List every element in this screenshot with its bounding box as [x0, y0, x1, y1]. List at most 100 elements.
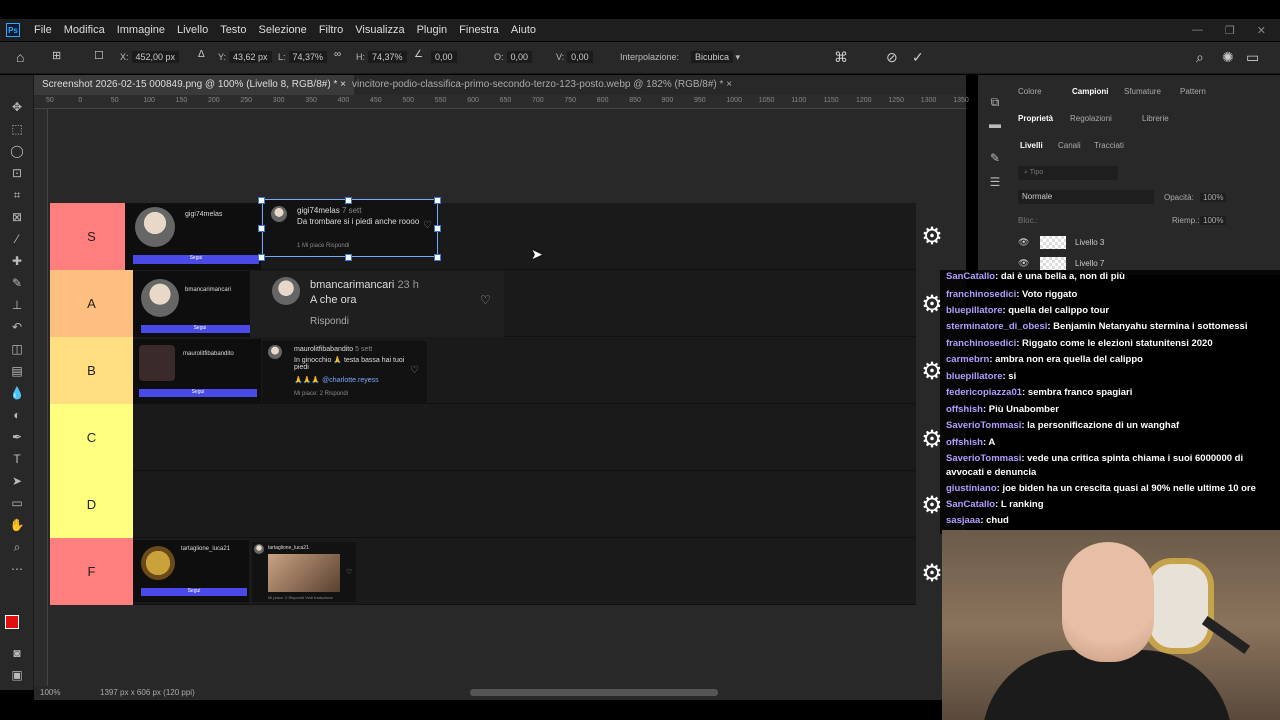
rotation-value[interactable]: 0,00 [431, 51, 457, 63]
pen-tool-icon[interactable]: ✒ [8, 429, 26, 445]
gradient-tool-icon[interactable]: ▤ [8, 363, 26, 379]
heart-icon[interactable]: ♡ [410, 365, 419, 376]
close-icon[interactable]: × [726, 79, 732, 90]
width-value[interactable]: 74,37% [288, 51, 328, 63]
transform-handle[interactable] [258, 225, 265, 232]
interpolation-value[interactable]: Bicubica [691, 51, 734, 63]
menu-livello[interactable]: Livello [171, 24, 214, 36]
x-field[interactable]: X: 452,00 px [120, 51, 180, 63]
marquee-tool-icon[interactable]: ⬚ [8, 121, 26, 137]
v-skew-field[interactable]: V: 0,00 [556, 51, 593, 63]
follow-button[interactable]: Segui [141, 325, 259, 333]
transform-handle[interactable] [258, 197, 265, 204]
dodge-tool-icon[interactable]: ◐ [8, 407, 26, 423]
search-icon[interactable]: ⌕ [1196, 49, 1204, 66]
rotation-field[interactable]: 0,00 [428, 51, 457, 63]
opacity-value[interactable]: 100% [1200, 193, 1227, 202]
frame-tool-icon[interactable]: ⊠ [8, 209, 26, 225]
tab-regolazioni[interactable]: Regolazioni [1070, 114, 1112, 123]
crop-tool-icon[interactable]: ⌗ [8, 187, 26, 203]
home-icon[interactable]: ⌂ [16, 49, 24, 65]
tab-pattern[interactable]: Pattern [1180, 87, 1206, 96]
move-tool-icon[interactable]: ✥ [8, 99, 26, 115]
tab-livelli[interactable]: Livelli [1020, 141, 1043, 150]
transform-handle[interactable] [434, 254, 441, 261]
tab-podio[interactable]: vincitore-podio-classifica-primo-secondo… [344, 75, 740, 95]
menu-finestra[interactable]: Finestra [453, 24, 505, 36]
layer-search-input[interactable]: ⌕ Tipo [1018, 166, 1118, 180]
warp-icon[interactable]: ⌘ [834, 49, 848, 66]
tab-screenshot[interactable]: Screenshot 2026-02-15 000849.png @ 100% … [34, 75, 354, 95]
more-tools-icon[interactable]: ⋯ [8, 561, 26, 577]
blur-tool-icon[interactable]: 💧 [8, 385, 26, 401]
cancel-transform-icon[interactable]: ⊘ [886, 49, 898, 66]
link-icon[interactable]: ∞ [334, 49, 341, 60]
heart-icon[interactable]: ♡ [423, 220, 432, 231]
width-field[interactable]: L: 74,37% [278, 51, 328, 63]
layer-row[interactable]: 👁 Livello 3 [1012, 233, 1276, 253]
fill-value[interactable]: 100% [1200, 216, 1227, 225]
brush-tool-icon[interactable]: ✎ [8, 275, 26, 291]
checkbox-icon[interactable]: ☐ [94, 49, 104, 62]
menu-aiuto[interactable]: Aiuto [505, 24, 542, 36]
tab-proprieta[interactable]: Proprietà [1018, 114, 1053, 123]
gear-icon[interactable]: ⚙ [920, 562, 944, 586]
eyedropper-tool-icon[interactable]: ⁄ [8, 231, 26, 247]
transform-handle[interactable] [434, 197, 441, 204]
healing-brush-icon[interactable]: ✚ [8, 253, 26, 269]
x-value[interactable]: 452,00 px [131, 51, 180, 63]
tab-canali[interactable]: Canali [1058, 141, 1081, 150]
transform-handle[interactable] [258, 254, 265, 261]
y-field[interactable]: Y: 43,62 px [218, 51, 272, 63]
gear-icon[interactable]: ⚙ [920, 225, 944, 249]
rectangle-tool-icon[interactable]: ▭ [8, 495, 26, 511]
follow-button[interactable]: Segui [139, 389, 257, 397]
blend-mode-select[interactable]: Normale [1018, 190, 1154, 204]
menu-visualizza[interactable]: Visualizza [349, 24, 410, 36]
eraser-tool-icon[interactable]: ◫ [8, 341, 26, 357]
screen-mode-icon[interactable]: ▣ [8, 667, 26, 683]
transform-handle[interactable] [434, 225, 441, 232]
minimize-icon[interactable]: — [1192, 24, 1203, 37]
type-tool-icon[interactable]: T [8, 451, 26, 467]
tab-campioni[interactable]: Campioni [1072, 87, 1108, 96]
tab-tracciati[interactable]: Tracciati [1094, 141, 1124, 150]
reference-point-icon[interactable]: ⊞ [52, 49, 61, 62]
transform-handle[interactable] [345, 254, 352, 261]
heart-icon[interactable]: ♡ [480, 293, 491, 307]
h-skew-field[interactable]: O: 0,00 [494, 51, 533, 63]
lasso-tool-icon[interactable]: ◯ [8, 143, 26, 159]
reply-link[interactable]: Rispondi [310, 316, 349, 327]
comment-gigi-selected[interactable]: gigi74melas 7 sett Da trombare si i pied… [262, 199, 438, 257]
heart-icon[interactable]: ♡ [346, 568, 352, 576]
comments-panel-icon[interactable]: ▬ [986, 116, 1004, 132]
height-field[interactable]: H: 74,37% [356, 51, 407, 63]
discover-icon[interactable]: ✺ [1222, 49, 1234, 66]
hand-tool-icon[interactable]: ✋ [8, 517, 26, 533]
close-icon[interactable]: ✕ [1257, 24, 1266, 37]
tab-colore[interactable]: Colore [1018, 87, 1042, 96]
zoom-level[interactable]: 100% [40, 688, 60, 697]
history-panel-icon[interactable]: ⧉ [986, 94, 1004, 110]
menu-testo[interactable]: Testo [214, 24, 252, 36]
menu-plugin[interactable]: Plugin [411, 24, 454, 36]
brush-panel-icon[interactable]: ✎ [986, 150, 1004, 166]
follow-button[interactable]: Segui [133, 255, 259, 264]
menu-filtro[interactable]: Filtro [313, 24, 349, 36]
y-value[interactable]: 43,62 px [229, 51, 272, 63]
object-select-tool-icon[interactable]: ⊡ [8, 165, 26, 181]
path-select-icon[interactable]: ➤ [8, 473, 26, 489]
maximize-icon[interactable]: ❐ [1225, 24, 1235, 37]
foreground-color-swatch[interactable] [5, 615, 19, 629]
menu-immagine[interactable]: Immagine [111, 24, 171, 36]
transform-handle[interactable] [345, 197, 352, 204]
history-brush-icon[interactable]: ↶ [8, 319, 26, 335]
menu-modifica[interactable]: Modifica [58, 24, 111, 36]
tab-librerie[interactable]: Librerie [1142, 114, 1169, 123]
adjustments-panel-icon[interactable]: ☰ [986, 174, 1004, 190]
horizontal-scrollbar[interactable] [470, 689, 718, 696]
visibility-eye-icon[interactable]: 👁 [1018, 258, 1029, 269]
clone-stamp-icon[interactable]: ⊥ [8, 297, 26, 313]
interpolation-select[interactable]: Bicubica ▾ [688, 51, 740, 63]
zoom-tool-icon[interactable]: ⌕ [8, 539, 26, 555]
